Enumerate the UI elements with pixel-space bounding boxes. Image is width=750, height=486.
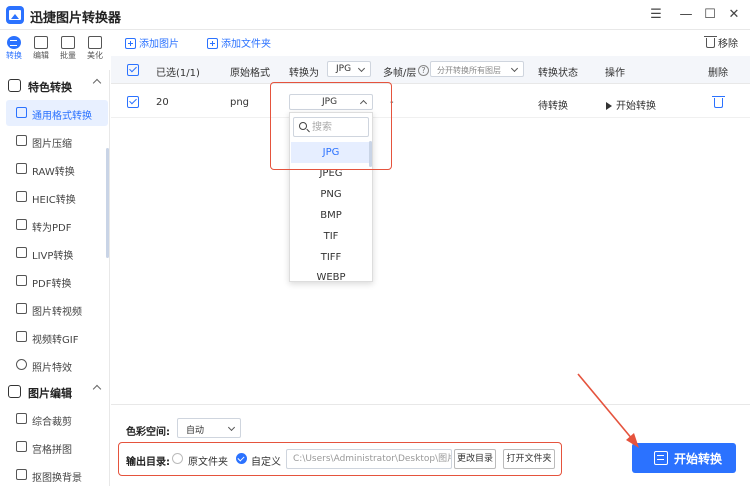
section-special-convert[interactable]: 特色转换 bbox=[6, 74, 106, 98]
rail-beautify[interactable]: 美化 bbox=[82, 36, 108, 66]
header-selected: 已选(1/1) bbox=[156, 68, 200, 79]
table-row[interactable]: 20 png JPG - 待转换 开始转换 bbox=[111, 86, 750, 118]
convert-icon bbox=[7, 36, 21, 49]
chevron-down-icon bbox=[510, 64, 519, 73]
toolbar: 添加图片 添加文件夹 移除 bbox=[111, 30, 750, 54]
close-button[interactable]: ✕ bbox=[722, 4, 746, 26]
crop-icon bbox=[16, 413, 27, 424]
minimize-button[interactable]: — bbox=[674, 4, 698, 26]
add-folder-icon bbox=[207, 38, 218, 49]
row-delete-icon[interactable] bbox=[712, 96, 725, 108]
sidebar: 特色转换 通用格式转换 图片压缩 RAW转换 HEIC转换 转为PDF LIVP… bbox=[0, 70, 110, 486]
grid-icon bbox=[16, 441, 27, 452]
gif-icon bbox=[16, 331, 27, 342]
image-edit-icon bbox=[8, 385, 21, 398]
special-convert-icon bbox=[8, 79, 21, 92]
sidebar-item-image-to-video[interactable]: 图片转视频 bbox=[6, 296, 108, 322]
select-all-checkbox[interactable] bbox=[127, 64, 139, 76]
section-image-edit[interactable]: 图片编辑 bbox=[6, 380, 106, 404]
sidebar-item-grid-collage[interactable]: 宫格拼图 bbox=[6, 434, 108, 460]
convert-icon bbox=[654, 451, 668, 465]
chevron-down-icon bbox=[357, 64, 366, 73]
edit-icon bbox=[34, 36, 48, 49]
add-image-button[interactable]: 添加图片 bbox=[125, 35, 179, 50]
add-folder-button[interactable]: 添加文件夹 bbox=[207, 35, 271, 50]
header-status: 转换状态 bbox=[538, 68, 578, 79]
row-original-format: png bbox=[230, 97, 250, 108]
sidebar-item-heic[interactable]: HEIC转换 bbox=[6, 184, 108, 210]
cutout-icon bbox=[16, 469, 27, 480]
video-icon bbox=[16, 303, 27, 314]
mode-rail: 转换 编辑 批量 美化 bbox=[0, 30, 110, 66]
app-title: 迅捷图片转换器 bbox=[30, 11, 122, 26]
color-space-select[interactable]: 自动 bbox=[177, 418, 241, 438]
app-logo-icon bbox=[6, 6, 24, 24]
pdf-icon bbox=[16, 219, 27, 230]
heic-icon bbox=[16, 191, 27, 202]
header-action: 操作 bbox=[605, 68, 625, 79]
header-original-format: 原始格式 bbox=[230, 68, 270, 79]
format-option-png[interactable]: PNG bbox=[291, 184, 371, 205]
rail-convert[interactable]: 转换 bbox=[1, 36, 27, 66]
color-space-label: 色彩空间: bbox=[126, 427, 170, 438]
row-checkbox[interactable] bbox=[127, 96, 139, 108]
compress-icon bbox=[16, 135, 27, 146]
rail-edit[interactable]: 编辑 bbox=[28, 36, 54, 66]
sidebar-scrollbar[interactable] bbox=[106, 148, 109, 258]
pdf-convert-icon bbox=[16, 275, 27, 286]
maximize-button[interactable]: ☐ bbox=[698, 4, 722, 26]
add-image-icon bbox=[125, 38, 136, 49]
menu-icon[interactable]: ☰ bbox=[644, 4, 668, 26]
sidebar-item-cutout[interactable]: 抠图换背景 bbox=[6, 462, 108, 486]
chevron-up-icon bbox=[92, 78, 102, 88]
title-bar: 迅捷图片转换器 ☰ — ☐ ✕ bbox=[0, 0, 750, 30]
batch-icon bbox=[61, 36, 75, 49]
multi-frame-select[interactable]: 分开转换所有图层 bbox=[430, 61, 524, 77]
header-multi-frame: 多帧/层 bbox=[383, 68, 417, 79]
chevron-up-icon bbox=[92, 384, 102, 394]
sidebar-item-raw[interactable]: RAW转换 bbox=[6, 156, 108, 182]
sidebar-item-crop[interactable]: 综合裁剪 bbox=[6, 406, 108, 432]
start-convert-button[interactable]: 开始转换 bbox=[632, 443, 736, 473]
format-option-webp[interactable]: WEBP bbox=[291, 267, 371, 288]
format-option-tif[interactable]: TIF bbox=[291, 226, 371, 247]
sidebar-item-video-to-gif[interactable]: 视频转GIF bbox=[6, 324, 108, 350]
raw-icon bbox=[16, 163, 27, 174]
sidebar-item-pdf-convert[interactable]: PDF转换 bbox=[6, 268, 108, 294]
sidebar-item-to-pdf[interactable]: 转为PDF bbox=[6, 212, 108, 238]
header-delete: 删除 bbox=[708, 68, 728, 79]
sidebar-item-photo-effects[interactable]: 照片特效 bbox=[6, 352, 108, 378]
annotation-highlight-output bbox=[118, 442, 562, 476]
header-convert-to: 转换为 bbox=[289, 68, 319, 79]
help-icon[interactable]: ? bbox=[418, 65, 429, 76]
row-start-button[interactable]: 开始转换 bbox=[606, 97, 656, 112]
sidebar-item-general-convert[interactable]: 通用格式转换 bbox=[6, 100, 108, 126]
sidebar-item-compress[interactable]: 图片压缩 bbox=[6, 128, 108, 154]
format-option-bmp[interactable]: BMP bbox=[291, 205, 371, 226]
convert-format-icon bbox=[16, 107, 27, 118]
convert-to-all-select[interactable]: JPG bbox=[327, 61, 371, 77]
annotation-highlight-dropdown bbox=[270, 82, 392, 170]
beautify-icon bbox=[88, 36, 102, 49]
effects-icon bbox=[16, 359, 27, 370]
trash-icon bbox=[704, 36, 717, 48]
remove-button[interactable]: 移除 bbox=[704, 35, 738, 50]
table-header: 已选(1/1) 原始格式 转换为 JPG 多帧/层 ? 分开转换所有图层 转换状… bbox=[111, 56, 750, 84]
row-file-name: 20 bbox=[156, 97, 169, 108]
rail-batch[interactable]: 批量 bbox=[55, 36, 81, 66]
chevron-down-icon bbox=[227, 423, 236, 432]
row-status: 待转换 bbox=[538, 101, 568, 112]
play-icon bbox=[606, 102, 612, 110]
sidebar-item-livp[interactable]: LIVP转换 bbox=[6, 240, 108, 266]
format-option-tiff[interactable]: TIFF bbox=[291, 247, 371, 268]
livp-icon bbox=[16, 247, 27, 258]
